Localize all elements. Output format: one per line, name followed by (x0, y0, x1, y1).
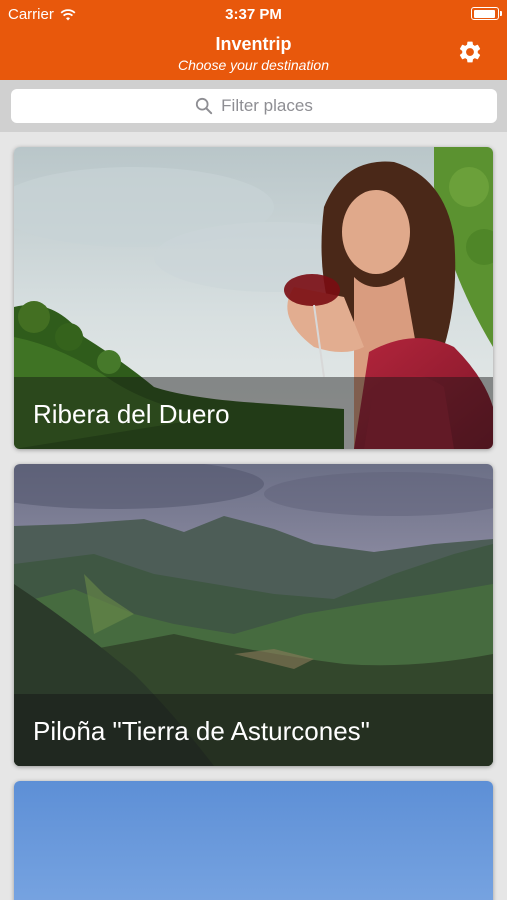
places-list[interactable]: Ribera del Duero Piloña "Tierra de Astur… (0, 132, 507, 900)
place-card-pilona[interactable]: Piloña "Tierra de Asturcones" (14, 464, 493, 766)
place-caption: Ribera del Duero (14, 377, 493, 449)
gear-icon[interactable] (457, 39, 483, 65)
search-placeholder: Filter places (221, 96, 313, 115)
place-name: Ribera del Duero (33, 399, 230, 429)
place-card-ribera-del-duero[interactable]: Ribera del Duero (14, 147, 493, 449)
app-subtitle: Choose your destination (178, 57, 329, 73)
status-time: 3:37 PM (225, 6, 282, 23)
battery-icon (471, 7, 502, 20)
app-screen: Carrier 3:37 PM Inventrip Choose your de… (0, 0, 507, 900)
nav-header: Carrier 3:37 PM Inventrip Choose your de… (0, 0, 507, 80)
app-title: Inventrip (215, 34, 292, 54)
place-caption: Piloña "Tierra de Asturcones" (14, 694, 493, 766)
search-icon (196, 97, 213, 115)
search-input[interactable]: Filter places (11, 89, 497, 123)
battery-level (473, 9, 496, 18)
place-name: Piloña "Tierra de Asturcones" (33, 716, 370, 746)
place-card-partial[interactable] (14, 781, 493, 900)
status-bar: Carrier 3:37 PM (0, 0, 507, 28)
place-photo (14, 781, 493, 900)
search-bar-container: Filter places (0, 80, 507, 132)
